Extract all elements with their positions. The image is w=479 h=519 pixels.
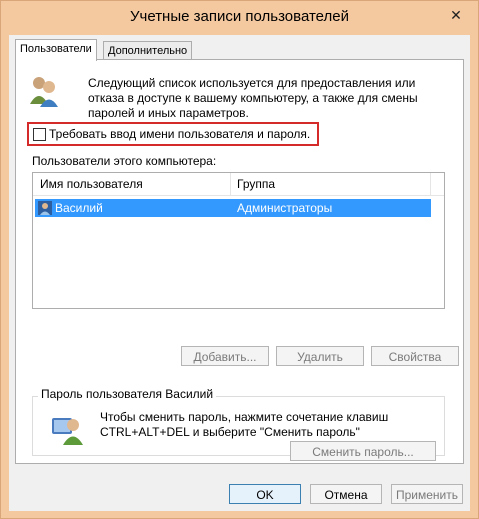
user-icon xyxy=(38,201,52,215)
password-groupbox-title: Пароль пользователя Василий xyxy=(38,387,217,401)
column-header-username[interactable]: Имя пользователя xyxy=(40,177,143,191)
close-icon[interactable]: ✕ xyxy=(442,5,470,25)
table-row[interactable]: Василий Администраторы xyxy=(35,199,431,217)
users-list-caption: Пользователи этого компьютера: xyxy=(32,154,217,168)
remove-button[interactable]: Удалить xyxy=(276,346,364,366)
apply-button[interactable]: Применить xyxy=(391,484,463,504)
tab-advanced[interactable]: Дополнительно xyxy=(103,41,193,60)
ok-button[interactable]: OK xyxy=(229,484,301,504)
row-group: Администраторы xyxy=(237,201,333,215)
users-tab-panel: Следующий список используется для предос… xyxy=(15,59,464,464)
require-login-label[interactable]: Требовать ввод имени пользователя и паро… xyxy=(49,127,310,141)
users-listview[interactable]: Имя пользователя Группа Василий Админист… xyxy=(32,172,445,309)
column-header-group[interactable]: Группа xyxy=(237,177,275,191)
dialog-client: Пользователи Дополнительно Следующий спи… xyxy=(9,35,470,511)
title-bar[interactable]: Учетные записи пользователей ✕ xyxy=(1,1,478,35)
tab-users[interactable]: Пользователи xyxy=(15,39,97,61)
window-title: Учетные записи пользователей xyxy=(130,8,349,25)
key-user-icon xyxy=(52,418,83,445)
require-login-checkbox[interactable] xyxy=(33,128,46,141)
cancel-button[interactable]: Отмена xyxy=(310,484,382,504)
add-button[interactable]: Добавить... xyxy=(181,346,269,366)
users-icon xyxy=(30,77,58,107)
properties-button[interactable]: Свойства xyxy=(371,346,459,366)
change-password-button[interactable]: Сменить пароль... xyxy=(290,441,436,461)
list-header: Имя пользователя Группа xyxy=(33,173,444,196)
users-description: Следующий список используется для предос… xyxy=(88,76,418,120)
column-divider[interactable] xyxy=(230,173,231,195)
row-username: Василий xyxy=(55,201,103,215)
column-divider[interactable] xyxy=(430,173,431,195)
dialog-window: Учетные записи пользователей ✕ Пользоват… xyxy=(0,0,479,519)
password-instructions: Чтобы сменить пароль, нажмите сочетание … xyxy=(100,410,389,439)
